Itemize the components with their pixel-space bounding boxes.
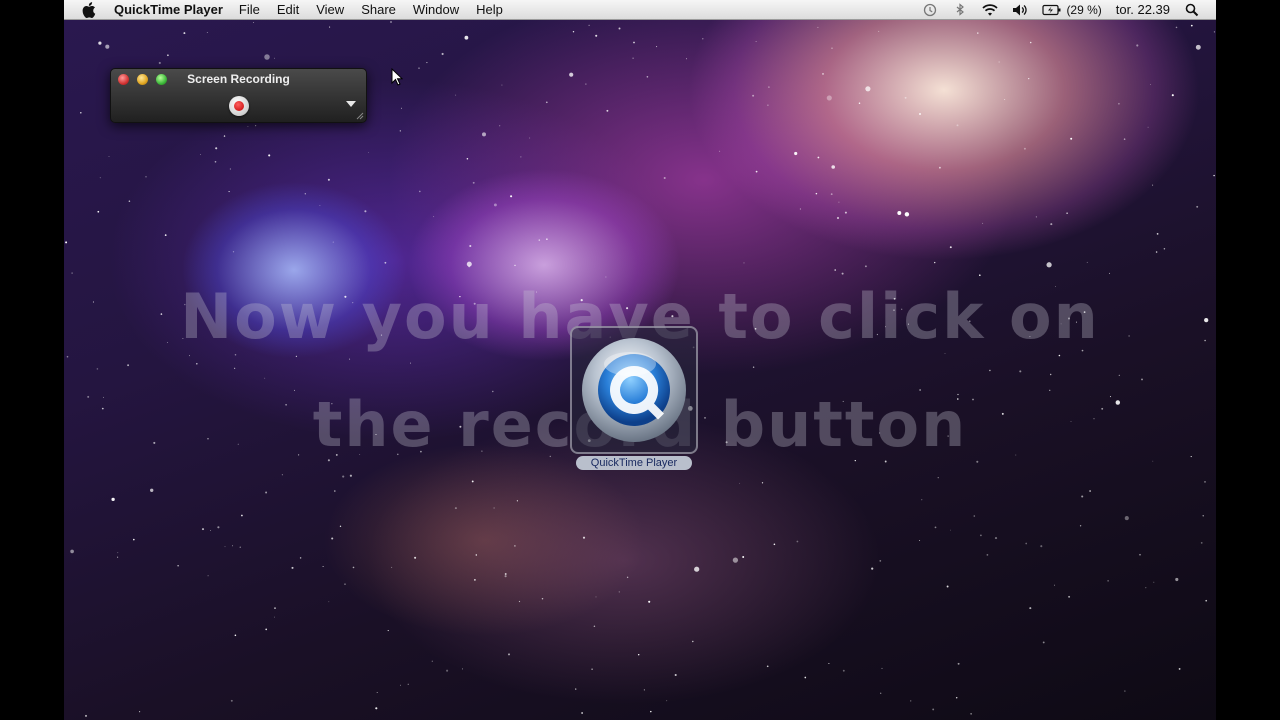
bluetooth-icon[interactable] xyxy=(952,2,968,17)
quicktime-logo-icon xyxy=(582,338,686,442)
menu-edit[interactable]: Edit xyxy=(277,2,299,17)
battery-status[interactable]: (29 %) xyxy=(1042,2,1102,17)
quicktime-icon-label[interactable]: QuickTime Player xyxy=(576,456,692,470)
record-dot-icon xyxy=(234,101,244,111)
menu-help[interactable]: Help xyxy=(476,2,503,17)
record-button[interactable] xyxy=(229,96,249,116)
battery-charging-icon xyxy=(1042,4,1061,15)
options-dropdown-arrow-icon[interactable] xyxy=(346,101,356,107)
menu-window[interactable]: Window xyxy=(413,2,459,17)
time-machine-icon[interactable] xyxy=(922,3,938,17)
screen-recording-window: Screen Recording xyxy=(110,68,367,123)
menu-bar: QuickTime Player File Edit View Share Wi… xyxy=(64,0,1216,20)
spotlight-search-icon[interactable] xyxy=(1184,3,1200,17)
window-title: Screen Recording xyxy=(187,72,290,86)
menu-file[interactable]: File xyxy=(239,2,260,17)
resize-grip-icon[interactable] xyxy=(356,112,364,120)
menu-share[interactable]: Share xyxy=(361,2,396,17)
mouse-pointer-icon xyxy=(391,68,403,86)
menu-app-name[interactable]: QuickTime Player xyxy=(114,2,223,17)
wifi-icon[interactable] xyxy=(982,3,999,17)
volume-icon[interactable] xyxy=(1012,3,1028,17)
desktop: QuickTime Player File Edit View Share Wi… xyxy=(64,0,1216,720)
quicktime-desktop-icon[interactable] xyxy=(570,326,698,454)
menu-clock[interactable]: tor. 22.39 xyxy=(1116,2,1170,17)
apple-menu-icon[interactable] xyxy=(82,1,96,18)
menu-view[interactable]: View xyxy=(316,2,344,17)
battery-percentage: (29 %) xyxy=(1066,2,1102,17)
